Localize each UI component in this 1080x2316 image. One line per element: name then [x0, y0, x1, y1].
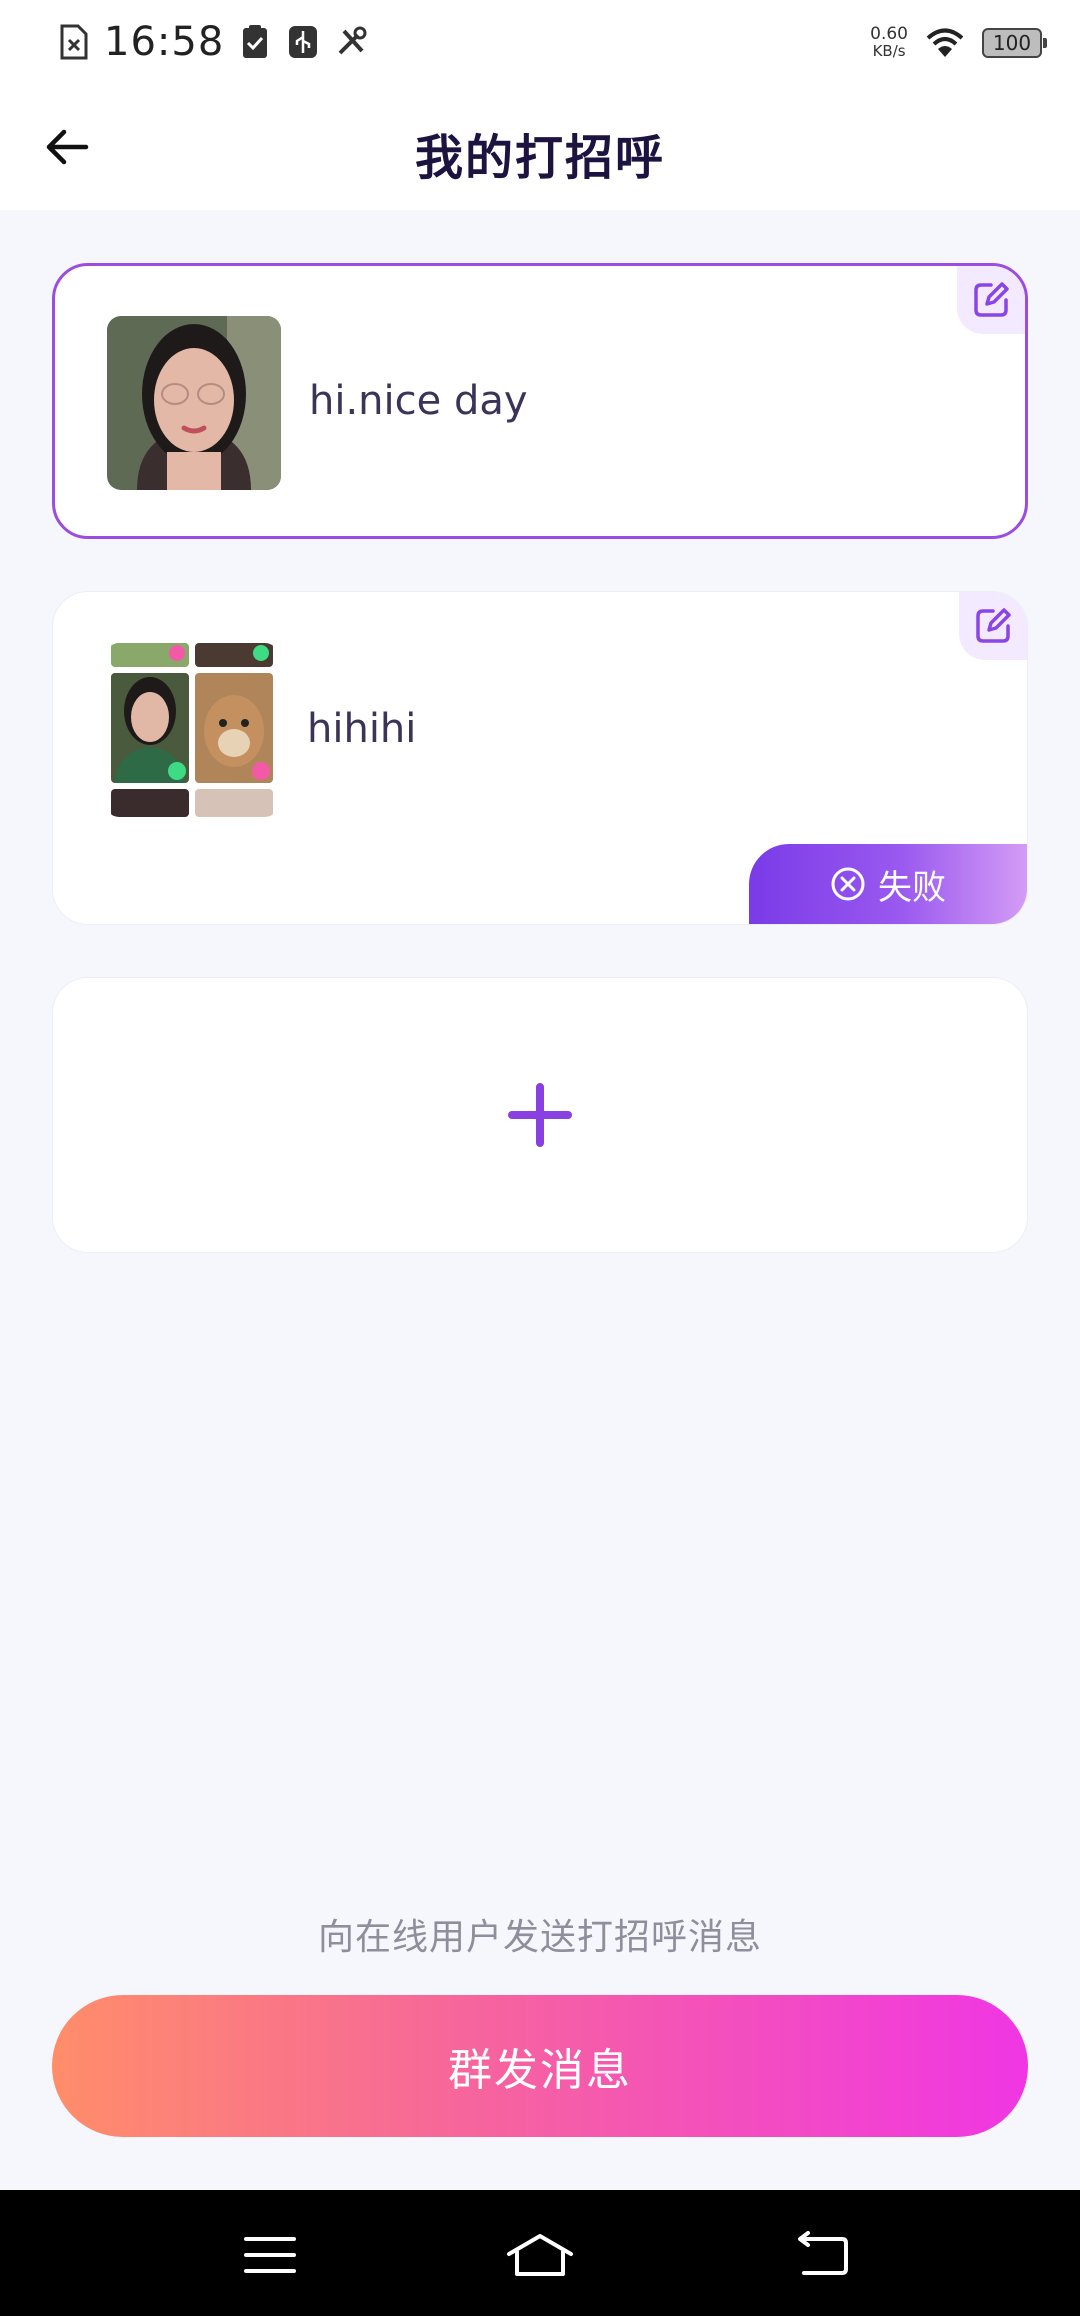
greeting-text: hi.nice day [309, 378, 528, 424]
net-speed: 0.60 KB/s [870, 26, 908, 60]
net-speed-unit: KB/s [872, 42, 906, 60]
wifi-icon [926, 28, 964, 57]
back-nav-button[interactable] [792, 2228, 852, 2282]
edit-button[interactable] [959, 592, 1027, 660]
battery-level: 100 [992, 31, 1032, 55]
home-button[interactable] [505, 2228, 575, 2282]
usb-debug-icon [289, 26, 318, 58]
greeting-card[interactable]: hi.nice day [52, 263, 1028, 539]
menu-button[interactable] [240, 2228, 300, 2282]
app-header: 我的打招呼 [0, 84, 1080, 210]
status-label: 失败 [878, 867, 946, 908]
add-greeting-card[interactable] [52, 977, 1028, 1253]
tools-icon [338, 26, 367, 55]
greeting-card[interactable]: hihihi 失败 [52, 591, 1028, 925]
status-bar: 16:58 0.60 KB/s 100 [0, 0, 1080, 84]
status-right: 0.60 KB/s 100 [870, 22, 1047, 64]
close-circle-icon [831, 867, 865, 901]
back-icon [798, 2231, 848, 2275]
clipboard-check-icon [243, 25, 268, 58]
plus-icon [508, 1083, 572, 1147]
greeting-photo [107, 316, 281, 490]
menu-icon [244, 2237, 296, 2273]
net-speed-value: 0.60 [870, 24, 908, 44]
home-icon [507, 2234, 573, 2276]
edit-icon [976, 608, 1011, 643]
sim-error-icon [60, 24, 88, 60]
status-badge: 失败 [749, 844, 1027, 924]
collage-image [105, 643, 279, 817]
hint-text: 向在线用户发送打招呼消息 [317, 1917, 762, 1958]
greeting-photo [105, 643, 279, 817]
battery-indicator: 100 [982, 28, 1047, 58]
edit-button[interactable] [957, 266, 1025, 334]
status-left: 16:58 [56, 18, 368, 66]
portrait-image [107, 316, 281, 490]
page-title: 我的打招呼 [414, 130, 665, 186]
system-nav-bar [0, 2190, 1080, 2316]
greeting-text: hihihi [307, 706, 417, 752]
edit-icon [974, 282, 1009, 317]
group-send-button[interactable]: 群发消息 [52, 1995, 1028, 2137]
clock: 16:58 [104, 19, 225, 65]
